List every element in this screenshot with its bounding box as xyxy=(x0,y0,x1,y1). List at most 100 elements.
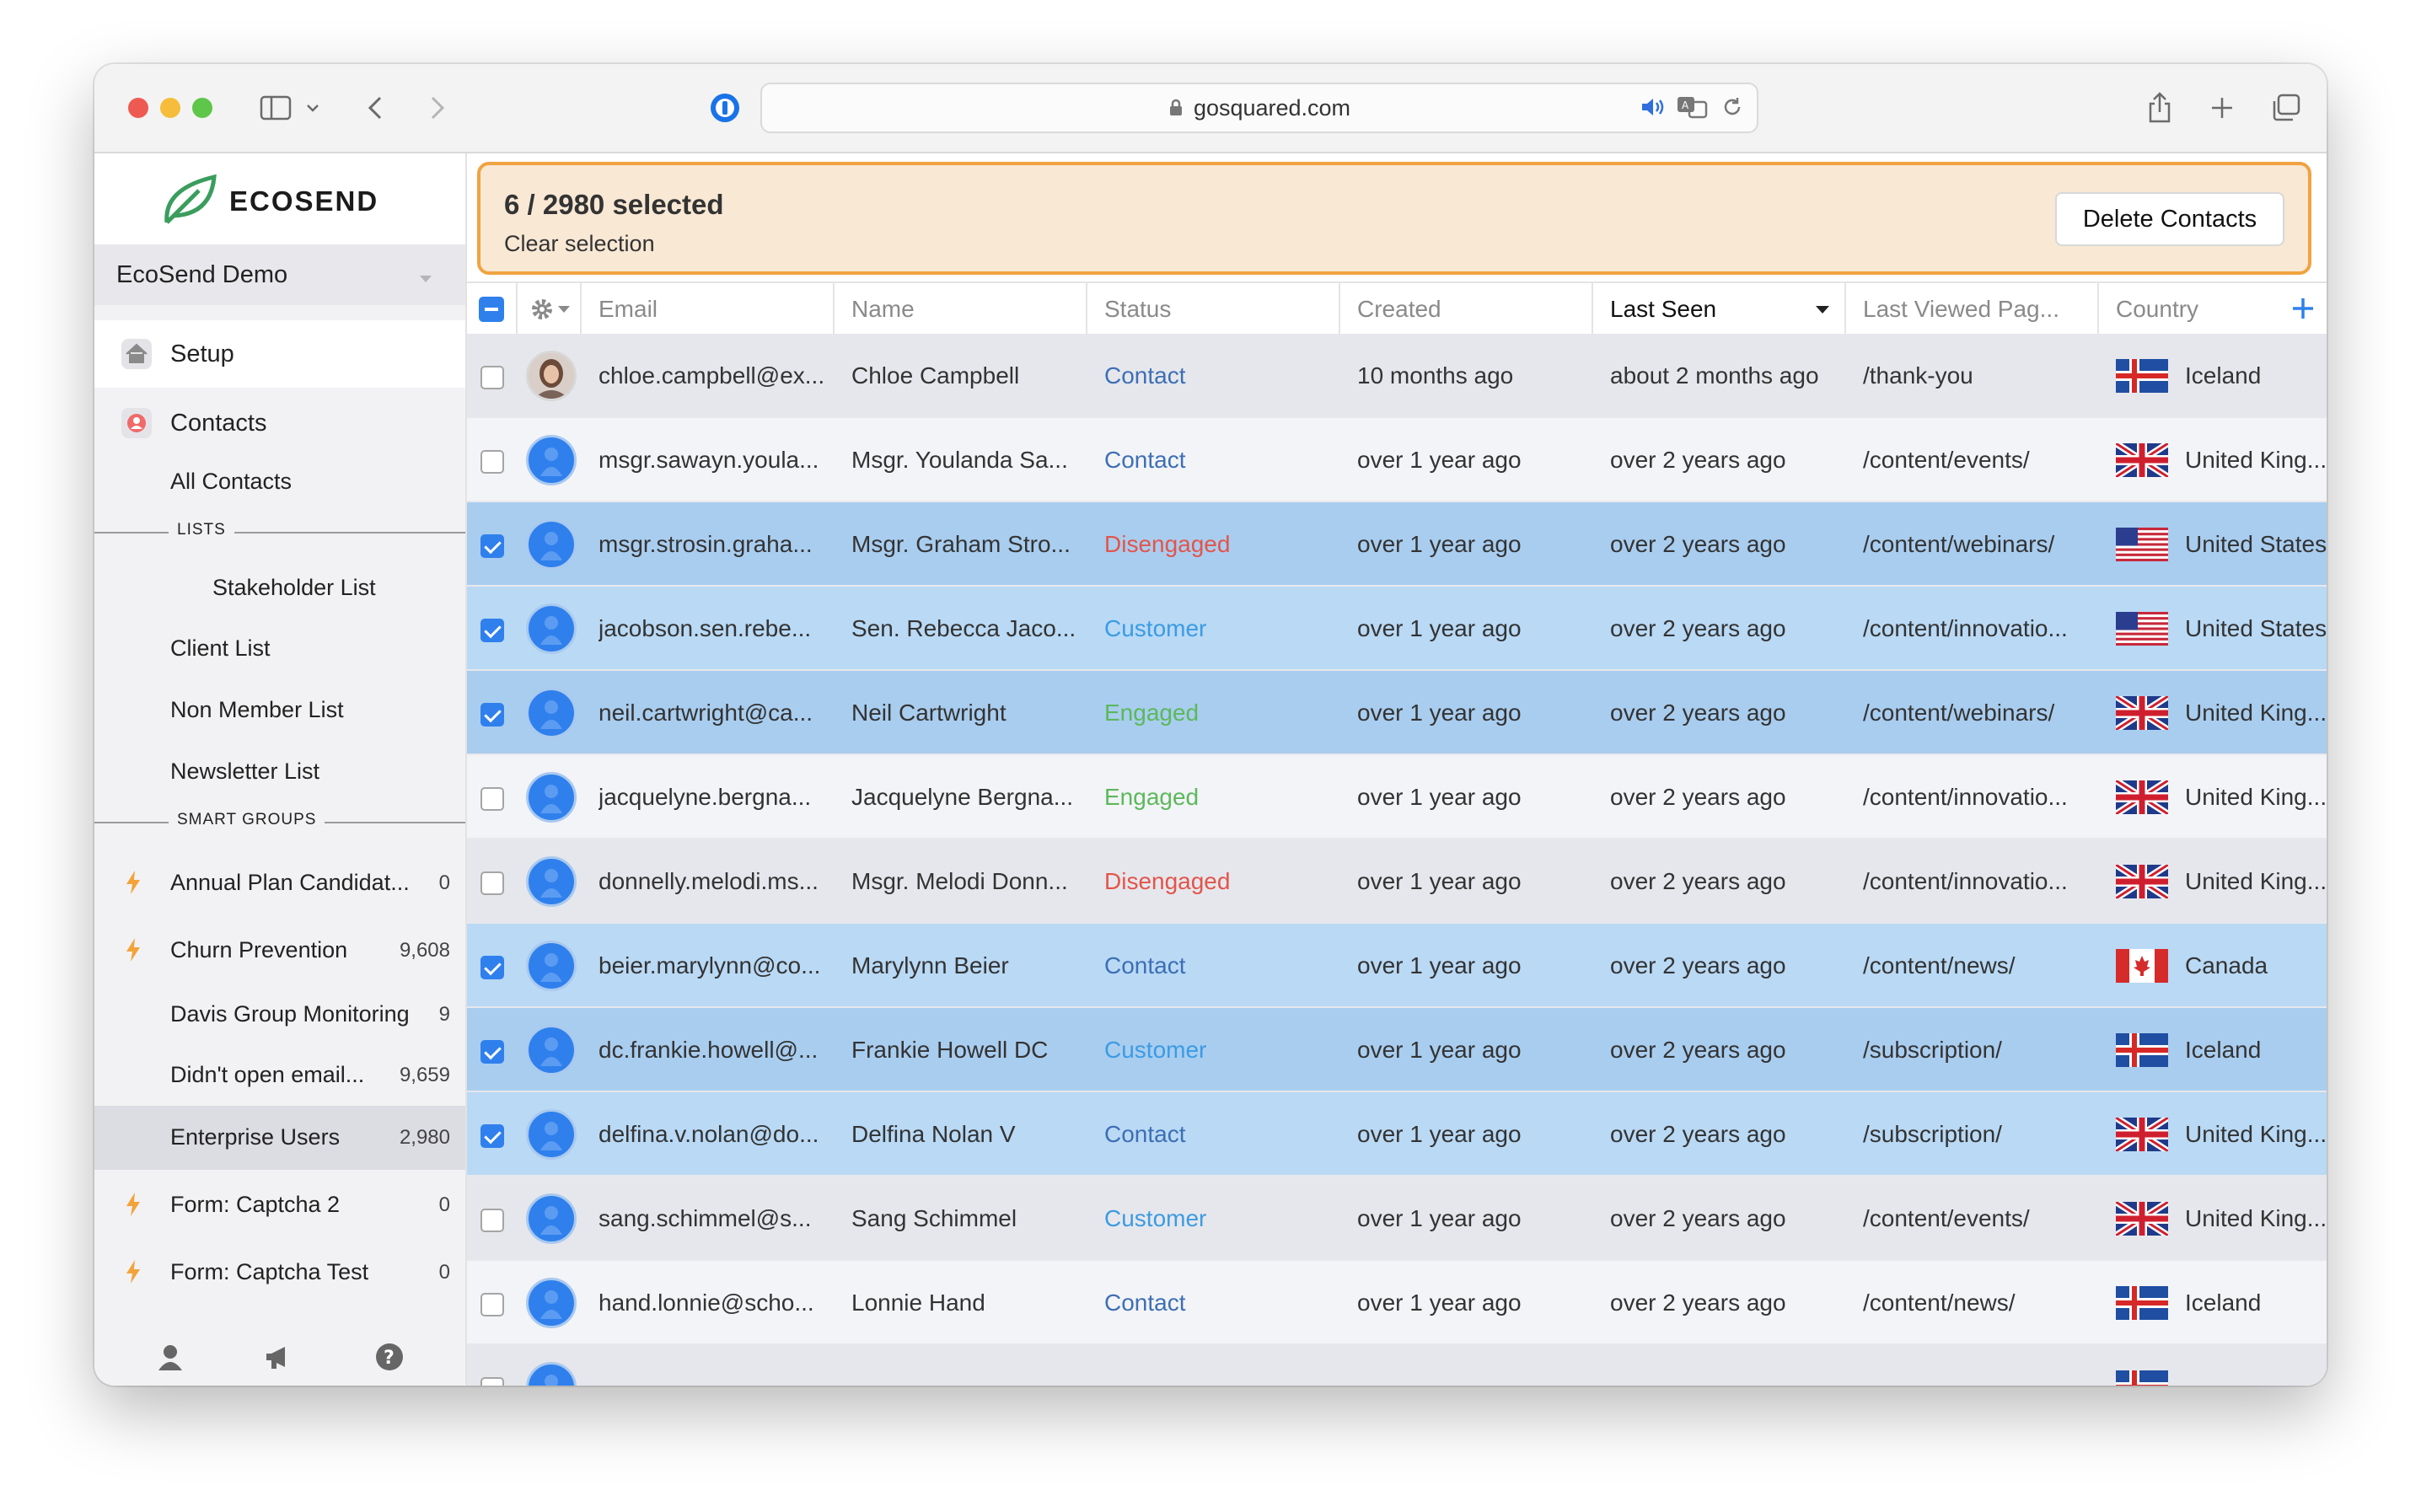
sidebar-smart-group[interactable]: Form: Captcha Test 0 xyxy=(94,1241,465,1305)
row-checkbox[interactable] xyxy=(480,787,504,811)
sidebar-smart-group[interactable]: Davis Group Monitoring 9 xyxy=(94,983,465,1047)
browser-toolbar: gosquared.com A xyxy=(94,64,2327,153)
reload-icon[interactable] xyxy=(1721,96,1743,118)
row-checkbox[interactable] xyxy=(480,534,504,558)
sidebar-list-item[interactable]: Client List xyxy=(170,635,271,662)
row-checkbox[interactable] xyxy=(480,871,504,895)
table-row[interactable]: msgr.strosin.graha... Msgr. Graham Stro..… xyxy=(467,502,2327,587)
column-header-created[interactable]: Created xyxy=(1340,283,1593,335)
cell-last-seen xyxy=(1610,1345,1846,1386)
column-settings-button[interactable] xyxy=(518,283,582,335)
svg-text:?: ? xyxy=(384,1348,395,1369)
cell-last-seen: over 2 years ago xyxy=(1610,615,1786,641)
row-checkbox[interactable] xyxy=(480,1293,504,1316)
close-window-button[interactable] xyxy=(128,98,148,118)
clear-selection-link[interactable]: Clear selection xyxy=(504,231,655,257)
row-checkbox[interactable] xyxy=(480,1209,504,1232)
table-row[interactable]: neil.cartwright@ca... Neil Cartwright Enga… xyxy=(467,671,2327,755)
table-row[interactable]: sang.schimmel@s... Sang Schimmel Customer o… xyxy=(467,1177,2327,1261)
country-name: Iceland xyxy=(2185,1037,2262,1063)
megaphone-icon[interactable] xyxy=(263,1343,292,1375)
sidebar-list-item[interactable]: Non Member List xyxy=(170,697,344,723)
cell-country: Canada xyxy=(2116,924,2327,1008)
back-icon[interactable] xyxy=(362,83,388,133)
smart-group-label: Didn't open email... xyxy=(170,1062,365,1087)
row-checkbox[interactable] xyxy=(480,366,504,389)
user-icon[interactable] xyxy=(155,1342,185,1376)
cell-country: United King... xyxy=(2116,755,2327,839)
row-checkbox[interactable] xyxy=(480,619,504,642)
sidebar-smart-group[interactable]: Annual Plan Candidat... 0 xyxy=(94,851,465,915)
sidebar-smart-group[interactable]: Churn Prevention 9,608 xyxy=(94,919,465,983)
sidebar-item-all-contacts[interactable]: All Contacts xyxy=(170,469,292,495)
account-selector[interactable]: EcoSend Demo xyxy=(94,244,465,305)
country-name: United King... xyxy=(2185,700,2327,726)
smart-groups-section-heading: SMART GROUPS xyxy=(94,811,465,834)
cell-last-seen: over 2 years ago xyxy=(1610,1289,1786,1316)
zoom-window-button[interactable] xyxy=(192,98,212,118)
avatar xyxy=(526,941,577,991)
logo[interactable]: ECOSEND xyxy=(94,153,465,244)
cell-country: United King... xyxy=(2116,671,2327,755)
address-bar[interactable]: gosquared.com A xyxy=(760,83,1758,133)
column-header-last-seen[interactable]: Last Seen xyxy=(1593,283,1846,335)
row-checkbox[interactable] xyxy=(480,703,504,727)
sidebar-list-item[interactable]: Newsletter List xyxy=(170,759,319,785)
row-checkbox[interactable] xyxy=(480,1040,504,1064)
row-checkbox[interactable] xyxy=(480,1377,504,1386)
password-manager-icon[interactable] xyxy=(706,83,743,133)
contacts-table-body: chloe.campbell@ex... Chloe Campbell Contac… xyxy=(467,334,2327,1386)
cell-created: over 1 year ago xyxy=(1357,1289,1522,1316)
table-row[interactable]: msgr.sawayn.youla... Msgr. Youlanda Sa...… xyxy=(467,418,2327,502)
cell-page: /content/innovatio... xyxy=(1863,615,2068,641)
cell-status: Contact xyxy=(1104,447,1186,473)
table-row[interactable]: hand.lonnie@scho... Lonnie Hand Contact ove… xyxy=(467,1261,2327,1345)
table-row[interactable]: beier.marylynn@co... Marylynn Beier Contac… xyxy=(467,924,2327,1008)
cell-created: 10 months ago xyxy=(1357,362,1514,389)
table-row[interactable]: jacobson.sen.rebe... Sen. Rebecca Jaco...… xyxy=(467,587,2327,671)
speaker-icon[interactable] xyxy=(1640,96,1667,118)
cell-email: chloe.campbell@ex... xyxy=(599,362,825,389)
sidebar-item-contacts[interactable]: Contacts xyxy=(94,389,465,457)
translate-icon[interactable]: A xyxy=(1676,95,1710,119)
table-row[interactable]: delfina.v.nolan@do... Delfina Nolan V Cont… xyxy=(467,1092,2327,1177)
share-icon[interactable] xyxy=(2143,83,2177,133)
help-icon[interactable]: ? xyxy=(374,1342,405,1376)
sidebar-smart-group[interactable]: Didn't open email... 9,659 xyxy=(94,1043,465,1107)
smart-group-label: Churn Prevention xyxy=(170,937,348,962)
column-header-name[interactable]: Name xyxy=(835,283,1087,335)
sidebar-smart-group[interactable]: Enterprise Users 2,980 xyxy=(94,1106,465,1170)
table-row[interactable] xyxy=(467,1345,2327,1386)
new-tab-icon[interactable] xyxy=(2205,83,2239,133)
add-column-icon[interactable] xyxy=(2291,297,2315,320)
minimize-window-button[interactable] xyxy=(160,98,180,118)
smart-group-label: Annual Plan Candidat... xyxy=(170,870,410,895)
table-row[interactable]: jacquelyne.bergna... Jacquelyne Bergna...… xyxy=(467,755,2327,839)
delete-contacts-button[interactable]: Delete Contacts xyxy=(2055,192,2284,246)
iceland-flag-icon xyxy=(2116,359,2168,393)
sidebar-smart-group[interactable]: Form: Captcha 2 0 xyxy=(94,1173,465,1237)
column-header-country[interactable]: Country xyxy=(2099,283,2327,335)
chevron-down-icon[interactable] xyxy=(302,83,324,133)
table-row[interactable]: chloe.campbell@ex... Chloe Campbell Contac… xyxy=(467,334,2327,418)
sidebar-toggle-icon[interactable] xyxy=(256,83,295,133)
column-header-status[interactable]: Status xyxy=(1087,283,1340,335)
column-header-email[interactable]: Email xyxy=(582,283,835,335)
uk-flag-icon xyxy=(2116,443,2168,477)
column-header-last-viewed-page[interactable]: Last Viewed Pag... xyxy=(1846,283,2099,335)
row-checkbox[interactable] xyxy=(480,450,504,474)
table-row[interactable]: donnelly.melodi.ms... Msgr. Melodi Donn..… xyxy=(467,839,2327,924)
table-row[interactable]: dc.frankie.howell@... Frankie Howell DC Cu… xyxy=(467,1008,2327,1092)
row-checkbox[interactable] xyxy=(480,956,504,979)
sidebar-item-label: Contacts xyxy=(170,410,267,437)
row-checkbox[interactable] xyxy=(480,1124,504,1148)
forward-icon[interactable] xyxy=(425,83,450,133)
cell-email: neil.cartwright@ca... xyxy=(599,700,813,726)
select-all-checkbox[interactable] xyxy=(467,283,518,335)
cell-country xyxy=(2116,1345,2327,1386)
sidebar-list-item[interactable]: Stakeholder List xyxy=(212,575,376,601)
sidebar-item-setup[interactable]: Setup xyxy=(94,320,465,388)
cell-page: /subscription/ xyxy=(1863,1037,2002,1063)
tab-overview-icon[interactable] xyxy=(2268,83,2305,133)
uk-flag-icon xyxy=(2116,1118,2168,1151)
